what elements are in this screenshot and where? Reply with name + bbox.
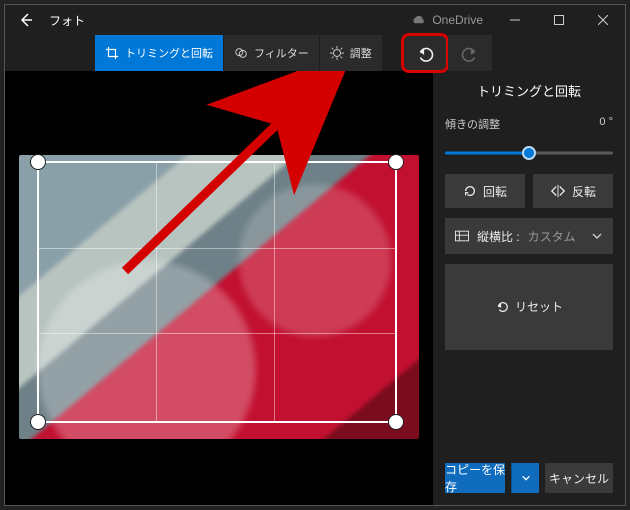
minimize-button[interactable] [493,5,537,35]
body: トリミングと回転 傾きの調整 0 ° 回転 反転 [5,71,625,505]
crop-grid-line [39,333,395,334]
tab-crop-label: トリミングと回転 [125,45,213,61]
filter-icon [234,46,248,60]
save-copy-dropdown[interactable] [511,463,539,493]
window: フォト OneDrive トリミングと回転 フィルター 調整 [4,4,626,506]
panel-title: トリミングと回転 [445,81,613,100]
crop-grid-line [39,248,395,249]
maximize-button[interactable] [537,5,581,35]
crop-handle-bottom-left[interactable] [30,414,46,430]
cancel-button[interactable]: キャンセル [545,463,613,493]
chevron-down-icon [521,473,531,483]
crop-handle-top-right[interactable] [388,154,404,170]
minimize-icon [510,15,520,25]
tilt-row: 傾きの調整 0 ° [445,116,613,132]
close-icon [598,15,608,25]
crop-grid-line [274,163,275,421]
crop-handle-bottom-right[interactable] [388,414,404,430]
save-copy-label: コピーを保存 [445,461,505,495]
crop-handle-top-left[interactable] [30,154,46,170]
crop-frame[interactable] [37,161,397,423]
adjust-icon [330,46,344,60]
toolbar: トリミングと回転 フィルター 調整 [5,35,625,71]
save-copy-button[interactable]: コピーを保存 [445,463,505,493]
redo-icon [461,44,479,62]
onedrive-label: OneDrive [432,13,483,27]
close-button[interactable] [581,5,625,35]
rotate-label: 回転 [483,183,507,200]
chevron-down-icon [591,230,603,242]
tab-adjust-label: 調整 [350,45,372,61]
aspect-value: カスタム [528,228,576,245]
canvas[interactable] [5,71,433,505]
cloud-icon [410,14,426,26]
onedrive-status[interactable]: OneDrive [410,13,483,27]
tilt-value: 0 ° [599,116,613,132]
reset-button[interactable]: リセット [445,264,613,350]
aspect-icon [455,230,469,242]
tab-filter[interactable]: フィルター [224,35,319,71]
maximize-icon [554,15,564,25]
crop-icon [105,46,119,60]
undo-button[interactable] [403,35,447,71]
crop-grid-line [156,163,157,421]
tilt-label: 傾きの調整 [445,116,500,132]
app-title: フォト [49,12,85,29]
flip-icon [550,184,566,198]
reset-label: リセット [515,298,563,315]
cancel-label: キャンセル [549,470,609,487]
redo-button[interactable] [448,35,492,71]
flip-button[interactable]: 反転 [533,174,613,208]
aspect-ratio-dropdown[interactable]: 縦横比 : カスタム [445,218,613,254]
undo-icon [416,44,434,62]
tab-filter-label: フィルター [254,45,309,61]
arrow-left-icon [18,12,34,28]
flip-label: 反転 [572,183,596,200]
tilt-slider[interactable] [445,142,613,164]
titlebar: フォト OneDrive [5,5,625,35]
rotate-button[interactable]: 回転 [445,174,525,208]
panel-footer: コピーを保存 キャンセル [445,455,613,505]
tab-crop-rotate[interactable]: トリミングと回転 [95,35,223,71]
rotate-icon [463,184,477,198]
reset-icon [495,300,509,314]
aspect-label: 縦横比 : [477,228,520,245]
back-button[interactable] [5,5,47,35]
slider-thumb[interactable] [522,146,536,160]
tab-adjust[interactable]: 調整 [320,35,382,71]
side-panel: トリミングと回転 傾きの調整 0 ° 回転 反転 [433,71,625,505]
